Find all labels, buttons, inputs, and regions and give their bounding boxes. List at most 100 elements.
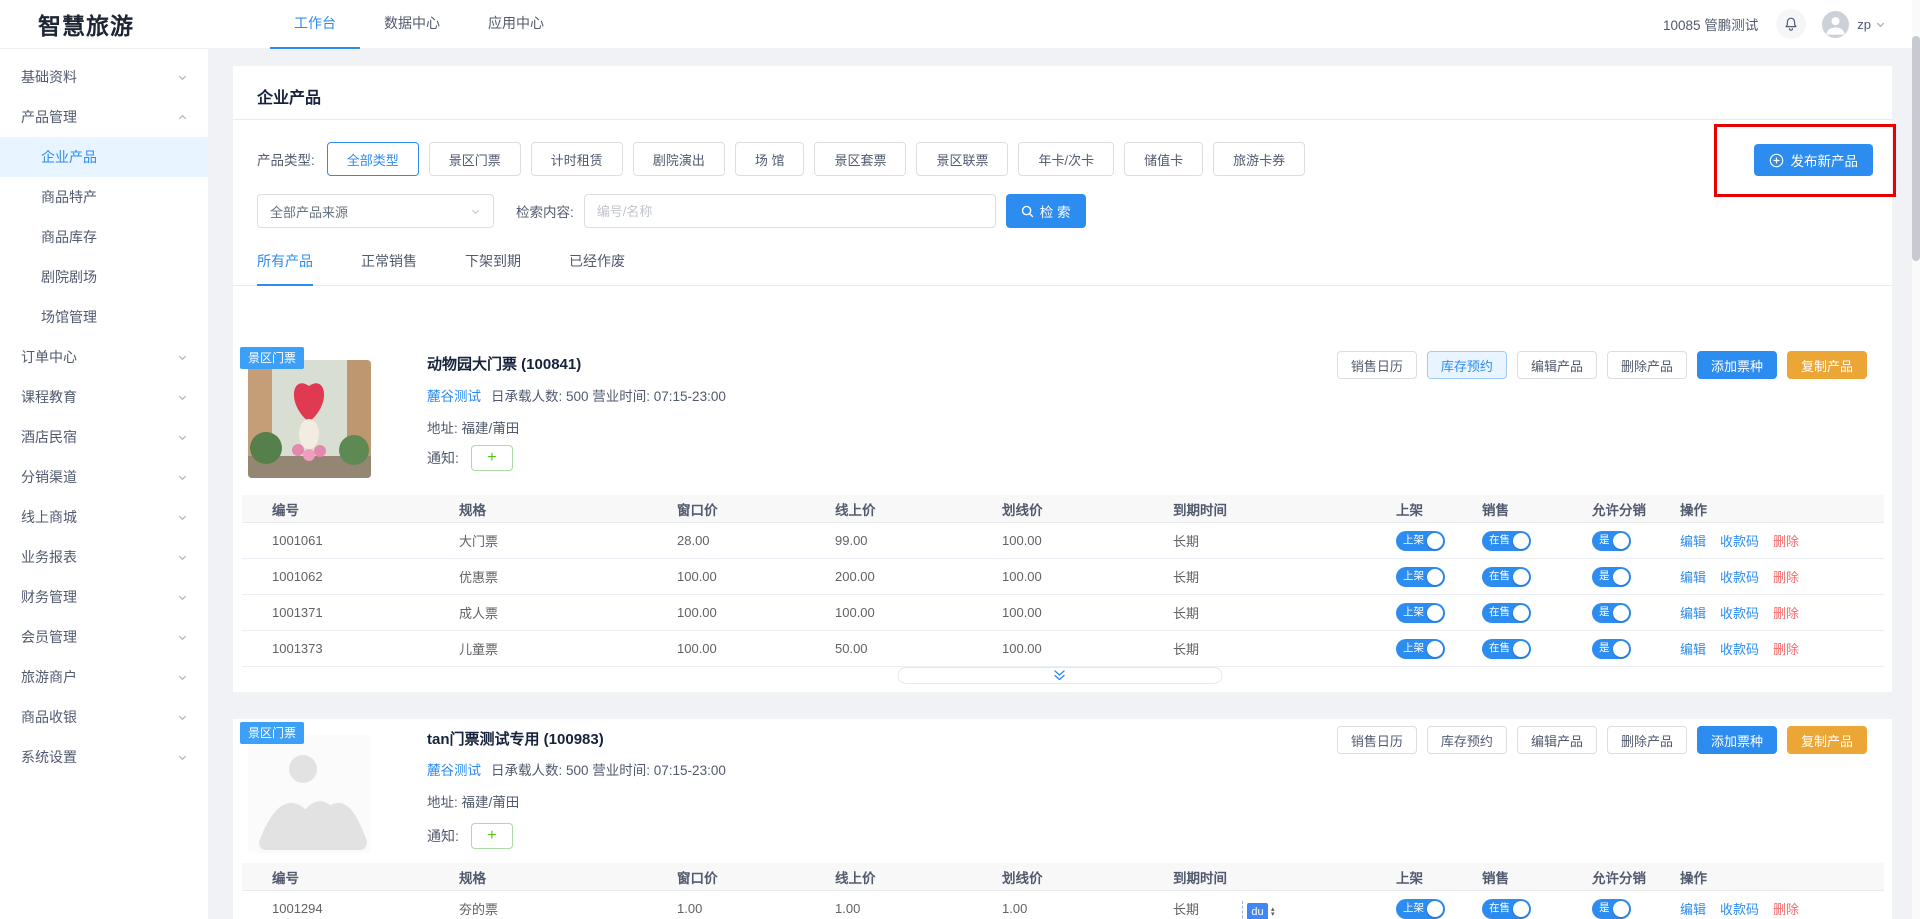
delete-product-button[interactable]: 删除产品 [1607, 726, 1687, 754]
payment-code-link[interactable]: 收款码 [1720, 531, 1759, 550]
distribution-toggle[interactable]: 是 [1592, 531, 1631, 551]
user-name[interactable]: zp [1857, 17, 1871, 32]
edit-link[interactable]: 编辑 [1680, 603, 1706, 622]
type-btn-scenic-ticket[interactable]: 景区门票 [429, 142, 521, 176]
type-btn-annual-card[interactable]: 年卡/次卡 [1018, 142, 1114, 176]
sale-toggle[interactable]: 在售 [1482, 603, 1531, 623]
delete-link[interactable]: 删除 [1773, 567, 1799, 586]
topnav-data-center[interactable]: 数据中心 [360, 0, 464, 49]
notice-row: 通知: + [427, 823, 726, 849]
ticket-table: 编号规格 窗口价线上价 划线价到期时间 上架销售 允许分销操作 1001061大… [242, 495, 1884, 667]
sidebar-item-tourism-merchant[interactable]: 旅游商户 [0, 657, 208, 697]
stock-reserve-button[interactable]: 库存预约 [1427, 726, 1507, 754]
sidebar-item-finance[interactable]: 财务管理 [0, 577, 208, 617]
sale-toggle[interactable]: 在售 [1482, 567, 1531, 587]
sidebar-item-online-mall[interactable]: 线上商城 [0, 497, 208, 537]
stepper-arrows[interactable]: ▴▾ [1271, 907, 1275, 917]
tab-expired[interactable]: 下架到期 [465, 251, 521, 285]
toggle-knob [1513, 605, 1529, 621]
payment-code-link[interactable]: 收款码 [1720, 899, 1759, 918]
sidebar-item-member[interactable]: 会员管理 [0, 617, 208, 657]
edit-product-button[interactable]: 编辑产品 [1517, 726, 1597, 754]
sale-toggle[interactable]: 在售 [1482, 899, 1531, 919]
sidebar-item-course-edu[interactable]: 课程教育 [0, 377, 208, 417]
distribution-toggle[interactable]: 是 [1592, 567, 1631, 587]
tab-on-sale[interactable]: 正常销售 [361, 251, 417, 285]
stock-reserve-button[interactable]: 库存预约 [1427, 351, 1507, 379]
chevron-down-icon [177, 552, 188, 563]
scrollbar-thumb[interactable] [1912, 36, 1920, 261]
delete-link[interactable]: 删除 [1773, 899, 1799, 918]
type-btn-travel-voucher[interactable]: 旅游卡券 [1213, 142, 1305, 176]
delete-link[interactable]: 删除 [1773, 603, 1799, 622]
sidebar-item-goods-specialty[interactable]: 商品特产 [0, 177, 208, 217]
user-avatar[interactable] [1822, 11, 1849, 38]
edit-product-button[interactable]: 编辑产品 [1517, 351, 1597, 379]
sale-toggle[interactable]: 在售 [1482, 639, 1531, 659]
sale-toggle[interactable]: 在售 [1482, 531, 1531, 551]
type-btn-venue[interactable]: 场 馆 [735, 142, 805, 176]
topnav-workbench[interactable]: 工作台 [270, 0, 360, 49]
expand-more-button[interactable] [897, 667, 1222, 684]
user-menu-chevron-down-icon[interactable] [1875, 19, 1886, 30]
distribution-toggle[interactable]: 是 [1592, 899, 1631, 919]
edit-link[interactable]: 编辑 [1680, 531, 1706, 550]
distribution-toggle[interactable]: 是 [1592, 639, 1631, 659]
du-translate-badge[interactable]: du ▴▾ [1242, 901, 1275, 919]
chevron-down-icon [177, 672, 188, 683]
sidebar-item-product-mgmt[interactable]: 产品管理 [0, 97, 208, 137]
sidebar-item-order-center[interactable]: 订单中心 [0, 337, 208, 377]
type-btn-theater-show[interactable]: 剧院演出 [633, 142, 725, 176]
delete-link[interactable]: 删除 [1773, 531, 1799, 550]
edit-link[interactable]: 编辑 [1680, 567, 1706, 586]
tab-voided[interactable]: 已经作废 [569, 251, 625, 285]
delete-link[interactable]: 删除 [1773, 639, 1799, 658]
sales-calendar-button[interactable]: 销售日历 [1337, 726, 1417, 754]
add-notice-button[interactable]: + [471, 823, 513, 849]
sidebar-item-pos[interactable]: 商品收银 [0, 697, 208, 737]
sidebar-item-business-report[interactable]: 业务报表 [0, 537, 208, 577]
type-btn-stored-card[interactable]: 储值卡 [1124, 142, 1203, 176]
sidebar-item-goods-stock[interactable]: 商品库存 [0, 217, 208, 257]
sidebar-item-venue-mgmt[interactable]: 场馆管理 [0, 297, 208, 337]
search-row: 全部产品来源 检索内容: 检 索 [257, 194, 1086, 228]
sidebar-item-basic-info[interactable]: 基础资料 [0, 57, 208, 97]
topnav-app-center[interactable]: 应用中心 [464, 0, 568, 49]
add-ticket-type-button[interactable]: 添加票种 [1697, 351, 1777, 379]
add-ticket-type-button[interactable]: 添加票种 [1697, 726, 1777, 754]
shelf-toggle[interactable]: 上架 [1396, 603, 1445, 623]
edit-link[interactable]: 编辑 [1680, 899, 1706, 918]
payment-code-link[interactable]: 收款码 [1720, 603, 1759, 622]
sidebar-item-system-settings[interactable]: 系统设置 [0, 737, 208, 777]
search-button[interactable]: 检 索 [1006, 194, 1086, 228]
sidebar-item-hotel[interactable]: 酒店民宿 [0, 417, 208, 457]
shelf-toggle[interactable]: 上架 [1396, 567, 1445, 587]
sales-calendar-button[interactable]: 销售日历 [1337, 351, 1417, 379]
type-btn-scenic-combo[interactable]: 景区联票 [916, 142, 1008, 176]
merchant-link[interactable]: 麓谷测试 [427, 389, 481, 404]
copy-product-button[interactable]: 复制产品 [1787, 351, 1867, 379]
shelf-toggle[interactable]: 上架 [1396, 531, 1445, 551]
search-input[interactable] [584, 194, 996, 228]
add-notice-button[interactable]: + [471, 445, 513, 471]
shelf-toggle[interactable]: 上架 [1396, 899, 1445, 919]
page-scrollbar[interactable] [1912, 0, 1920, 919]
type-btn-scenic-package[interactable]: 景区套票 [814, 142, 906, 176]
type-btn-timed-rental[interactable]: 计时租赁 [531, 142, 623, 176]
sidebar-item-distribution[interactable]: 分销渠道 [0, 457, 208, 497]
copy-product-button[interactable]: 复制产品 [1787, 726, 1867, 754]
product-source-select[interactable]: 全部产品来源 [257, 194, 494, 228]
payment-code-link[interactable]: 收款码 [1720, 567, 1759, 586]
delete-product-button[interactable]: 删除产品 [1607, 351, 1687, 379]
merchant-link[interactable]: 麓谷测试 [427, 763, 481, 778]
distribution-toggle[interactable]: 是 [1592, 603, 1631, 623]
publish-new-product-button[interactable]: 发布新产品 [1754, 144, 1874, 176]
payment-code-link[interactable]: 收款码 [1720, 639, 1759, 658]
sidebar-item-theater[interactable]: 剧院剧场 [0, 257, 208, 297]
edit-link[interactable]: 编辑 [1680, 639, 1706, 658]
sidebar-item-enterprise-product[interactable]: 企业产品 [0, 137, 208, 177]
type-btn-all[interactable]: 全部类型 [327, 142, 419, 176]
shelf-toggle[interactable]: 上架 [1396, 639, 1445, 659]
tab-all-products[interactable]: 所有产品 [257, 251, 313, 286]
notification-bell-icon[interactable] [1776, 9, 1806, 39]
